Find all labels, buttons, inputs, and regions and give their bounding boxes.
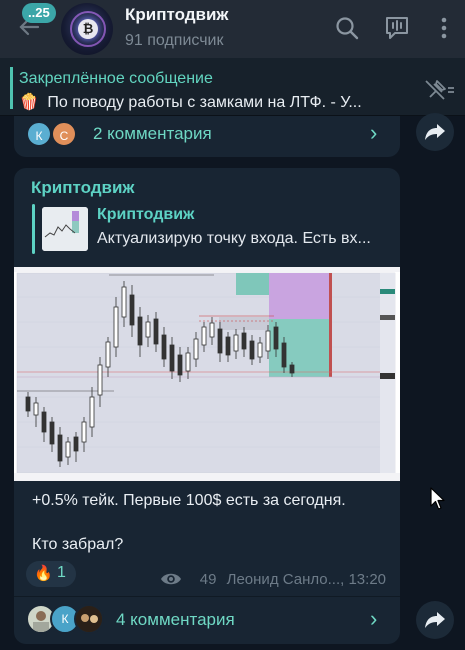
- commenter-avatar-photo: [74, 604, 104, 634]
- pinned-indicator: [10, 67, 13, 109]
- reaction-count: 1: [57, 564, 66, 581]
- chevron-right-icon: ›: [370, 606, 378, 631]
- comments-count: 4 комментария: [116, 610, 235, 629]
- fire-icon: 🔥: [34, 565, 53, 582]
- prev-post-comments[interactable]: К С 2 комментария ›: [14, 116, 400, 157]
- channel-avatar[interactable]: ₿: [61, 3, 113, 55]
- signature-time: Леонид Санло..., 13:20: [226, 571, 386, 588]
- channel-post: Криптодвиж Криптодвиж Актуализирую точку…: [14, 168, 400, 644]
- post-comments[interactable]: К 4 комментария ›: [14, 597, 400, 644]
- post-meta: 49 Леонид Санло..., 13:20: [200, 571, 386, 588]
- channel-title[interactable]: Криптодвиж: [125, 5, 229, 25]
- chart-image[interactable]: [14, 267, 400, 481]
- commenter-avatar: К: [26, 121, 52, 147]
- pinned-title: Закреплённое сообщение: [19, 70, 213, 87]
- share-button[interactable]: [416, 113, 454, 151]
- commenter-avatar: С: [51, 121, 77, 147]
- search-icon: [336, 17, 359, 40]
- more-button[interactable]: [430, 14, 458, 42]
- popcorn-icon: 🍿: [19, 94, 39, 111]
- pinned-message[interactable]: Закреплённое сообщение 🍿 По поводу работ…: [0, 58, 465, 116]
- chat-header: ..25 ₿ Криптодвиж 91 подписчик: [0, 0, 465, 58]
- post-author[interactable]: Криптодвиж: [31, 178, 135, 198]
- trading-chart: [14, 267, 400, 481]
- views-icon: [161, 573, 181, 585]
- reply-author: Криптодвиж: [97, 206, 195, 223]
- reaction-fire[interactable]: 🔥 1: [26, 561, 76, 587]
- share-icon: [425, 124, 445, 140]
- unread-badge: ..25: [22, 3, 56, 23]
- subscriber-count: 91 подписчик: [125, 32, 224, 49]
- voice-chat-button[interactable]: [383, 14, 411, 42]
- reply-text: Актуализирую точку входа. Есть вх...: [97, 230, 371, 247]
- unpin-button[interactable]: [422, 78, 456, 100]
- comments-count: 2 комментария: [93, 124, 212, 143]
- reply-indicator: [32, 204, 35, 254]
- more-icon: [441, 17, 447, 39]
- reply-preview[interactable]: Криптодвиж Актуализирую точку входа. Ест…: [32, 204, 382, 254]
- pinned-preview: По поводу работы с замками на ЛТФ. - У..…: [47, 94, 362, 111]
- bitcoin-icon: ₿: [78, 19, 98, 39]
- share-icon: [425, 612, 445, 628]
- mouse-cursor-icon: [430, 487, 445, 510]
- pinned-text: 🍿 По поводу работы с замками на ЛТФ. - У…: [19, 92, 362, 112]
- poll-icon: [386, 17, 408, 39]
- pin-off-icon: [425, 80, 454, 100]
- reply-thumbnail: [42, 207, 88, 251]
- post-text-question: Кто забрал?: [32, 536, 124, 553]
- post-text: +0.5% тейк. Первые 100$ есть за сегодня.: [32, 492, 346, 509]
- chevron-right-icon: ›: [370, 120, 378, 145]
- share-button[interactable]: [416, 601, 454, 639]
- search-button[interactable]: [333, 14, 361, 42]
- views-count: 49: [199, 571, 217, 588]
